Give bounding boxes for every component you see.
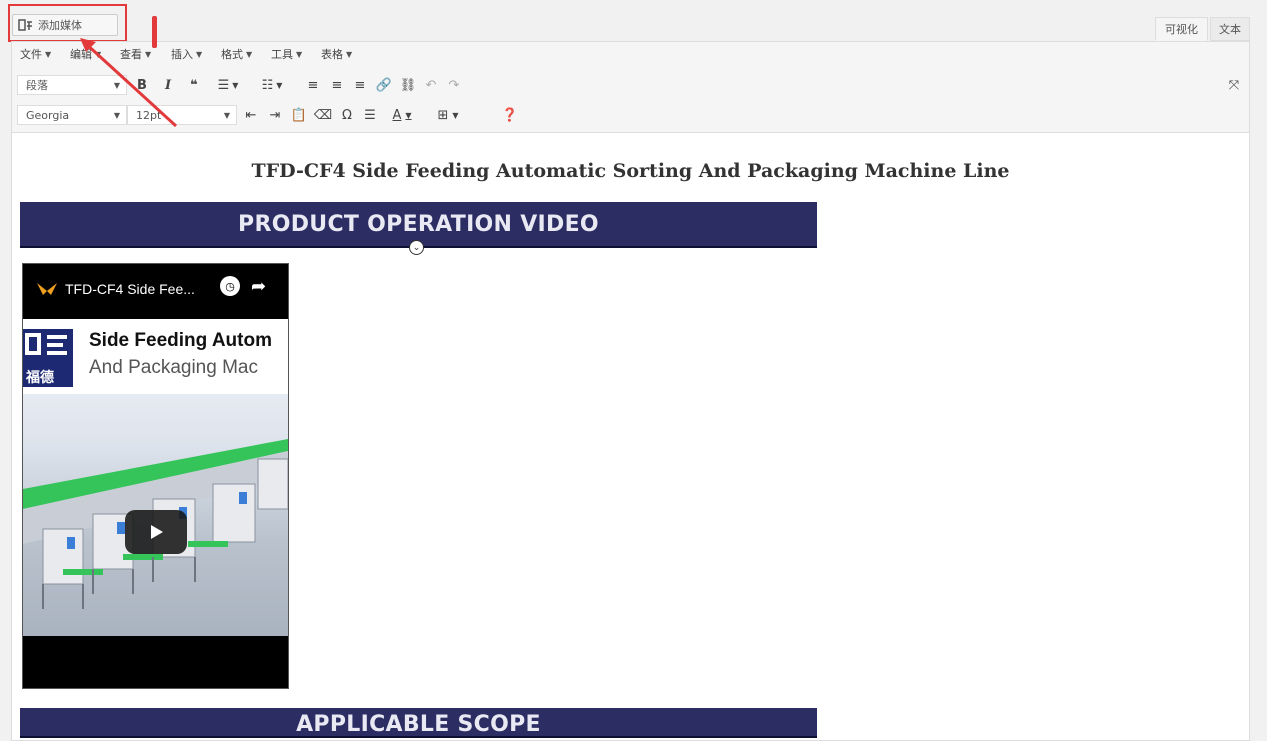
thumbnail-headline: Side Feeding Autom <box>89 330 272 351</box>
link-icon[interactable]: 🔗 <box>374 75 394 95</box>
help-icon[interactable]: ❓ <box>500 105 520 125</box>
menu-label: 文件 <box>20 48 42 61</box>
logo-text: 福德 <box>26 370 54 386</box>
play-button[interactable] <box>125 510 187 554</box>
blockquote-icon[interactable]: ❝ <box>184 75 204 95</box>
horizontal-line-icon[interactable]: ☰ <box>360 105 380 125</box>
tab-text[interactable]: 文本 <box>1210 17 1250 41</box>
annotation-arrow-icon <box>80 38 178 128</box>
media-icon <box>18 19 32 31</box>
table-icon[interactable]: ⊞ ▼ <box>430 105 466 125</box>
text-color-icon[interactable]: A ▼ <box>384 105 420 125</box>
undo-icon[interactable]: ↶ <box>421 75 441 95</box>
caret-down-icon: ▼ <box>196 49 203 59</box>
menu-label: 工具 <box>271 48 293 61</box>
menu-label: 格式 <box>221 48 243 61</box>
menu-table[interactable]: 表格 ▼ <box>321 45 352 63</box>
menu-format[interactable]: 格式 ▼ <box>221 45 252 63</box>
share-icon[interactable]: ➦ <box>251 276 266 297</box>
play-icon <box>151 525 163 539</box>
menu-file[interactable]: 文件 ▼ <box>20 45 51 63</box>
menu-tools[interactable]: 工具 ▼ <box>271 45 302 63</box>
fullscreen-icon[interactable]: ⤧ <box>1224 75 1244 95</box>
chevron-down-icon[interactable]: ⌄ <box>409 240 424 255</box>
caret-down-icon: ▼ <box>246 49 253 59</box>
unlink-icon[interactable]: ⛓ <box>398 75 418 95</box>
outdent-icon[interactable]: ⇤ <box>241 105 261 125</box>
font-family-value: Georgia <box>26 108 70 122</box>
document-title[interactable]: TFD-CF4 Side Feeding Automatic Sorting A… <box>12 160 1249 182</box>
video-title[interactable]: TFD-CF4 Side Fee... <box>65 281 195 297</box>
thumbnail-subheadline: And Packaging Mac <box>89 357 258 378</box>
caret-down-icon: ▼ <box>296 49 303 59</box>
special-character-icon[interactable]: Ω <box>337 105 357 125</box>
watch-later-icon[interactable]: ◷ <box>220 276 240 296</box>
add-media-label: 添加媒体 <box>38 19 82 32</box>
bullet-list-icon[interactable]: ☰ ▼ <box>210 75 246 95</box>
add-media-button[interactable]: 添加媒体 <box>12 14 118 36</box>
align-center-icon[interactable]: ≡ <box>327 75 347 95</box>
numbered-list-icon[interactable]: ☷ ▼ <box>254 75 290 95</box>
paste-as-text-icon[interactable]: 📋 <box>289 105 309 125</box>
indent-icon[interactable]: ⇥ <box>265 105 285 125</box>
clear-formatting-icon[interactable]: ⌫ <box>313 105 333 125</box>
menu-label: 表格 <box>321 48 343 61</box>
section-banner-scope[interactable]: APPLICABLE SCOPE <box>20 708 817 738</box>
redo-icon[interactable]: ↷ <box>444 75 464 95</box>
tab-visual[interactable]: 可视化 <box>1155 17 1208 41</box>
channel-logo-icon <box>37 283 57 295</box>
brand-logo: 福德 <box>23 329 73 387</box>
align-left-icon[interactable]: ≡ <box>303 75 323 95</box>
caret-down-icon: ▼ <box>45 49 52 59</box>
block-format-value: 段落 <box>26 79 48 92</box>
video-thumbnail: 福德 Side Feeding Autom And Packaging Mac <box>23 319 288 636</box>
video-embed[interactable]: TFD-CF4 Side Fee... ◷ ➦ 福德 Side Feeding … <box>22 263 289 689</box>
caret-down-icon: ▼ <box>346 49 353 59</box>
caret-down-icon: ▼ <box>223 111 230 120</box>
align-right-icon[interactable]: ≡ <box>350 75 370 95</box>
